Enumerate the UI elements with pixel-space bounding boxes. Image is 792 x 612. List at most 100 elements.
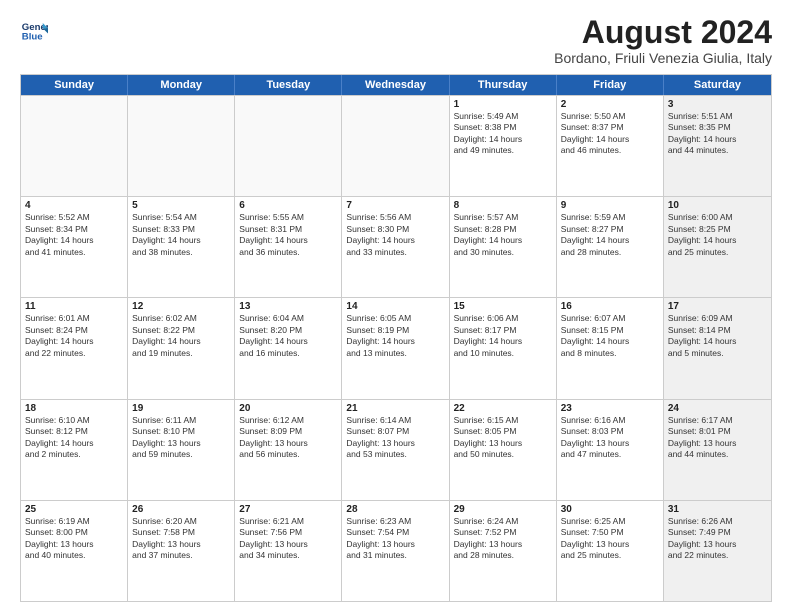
day-number: 9 xyxy=(561,200,659,211)
day-number: 4 xyxy=(25,200,123,211)
day-cell-22: 22Sunrise: 6:15 AM Sunset: 8:05 PM Dayli… xyxy=(450,400,557,500)
day-info: Sunrise: 6:15 AM Sunset: 8:05 PM Dayligh… xyxy=(454,415,552,461)
calendar-header: SundayMondayTuesdayWednesdayThursdayFrid… xyxy=(21,75,771,95)
day-info: Sunrise: 6:19 AM Sunset: 8:00 PM Dayligh… xyxy=(25,516,123,562)
header: General Blue August 2024 Bordano, Friuli… xyxy=(20,16,772,66)
empty-cell xyxy=(342,96,449,196)
day-cell-14: 14Sunrise: 6:05 AM Sunset: 8:19 PM Dayli… xyxy=(342,298,449,398)
day-number: 30 xyxy=(561,504,659,515)
day-info: Sunrise: 6:21 AM Sunset: 7:56 PM Dayligh… xyxy=(239,516,337,562)
day-number: 24 xyxy=(668,403,767,414)
day-number: 23 xyxy=(561,403,659,414)
calendar: SundayMondayTuesdayWednesdayThursdayFrid… xyxy=(20,74,772,602)
weekday-header-sunday: Sunday xyxy=(21,75,128,95)
day-cell-4: 4Sunrise: 5:52 AM Sunset: 8:34 PM Daylig… xyxy=(21,197,128,297)
day-cell-11: 11Sunrise: 6:01 AM Sunset: 8:24 PM Dayli… xyxy=(21,298,128,398)
calendar-row-4: 18Sunrise: 6:10 AM Sunset: 8:12 PM Dayli… xyxy=(21,399,771,500)
calendar-row-5: 25Sunrise: 6:19 AM Sunset: 8:00 PM Dayli… xyxy=(21,500,771,601)
page: General Blue August 2024 Bordano, Friuli… xyxy=(0,0,792,612)
day-info: Sunrise: 6:10 AM Sunset: 8:12 PM Dayligh… xyxy=(25,415,123,461)
day-number: 3 xyxy=(668,99,767,110)
day-info: Sunrise: 5:55 AM Sunset: 8:31 PM Dayligh… xyxy=(239,212,337,258)
weekday-header-monday: Monday xyxy=(128,75,235,95)
day-info: Sunrise: 5:51 AM Sunset: 8:35 PM Dayligh… xyxy=(668,111,767,157)
day-info: Sunrise: 5:59 AM Sunset: 8:27 PM Dayligh… xyxy=(561,212,659,258)
day-info: Sunrise: 5:52 AM Sunset: 8:34 PM Dayligh… xyxy=(25,212,123,258)
day-cell-30: 30Sunrise: 6:25 AM Sunset: 7:50 PM Dayli… xyxy=(557,501,664,601)
day-info: Sunrise: 6:14 AM Sunset: 8:07 PM Dayligh… xyxy=(346,415,444,461)
day-cell-27: 27Sunrise: 6:21 AM Sunset: 7:56 PM Dayli… xyxy=(235,501,342,601)
day-number: 15 xyxy=(454,301,552,312)
subtitle: Bordano, Friuli Venezia Giulia, Italy xyxy=(554,50,772,66)
day-info: Sunrise: 6:12 AM Sunset: 8:09 PM Dayligh… xyxy=(239,415,337,461)
day-cell-28: 28Sunrise: 6:23 AM Sunset: 7:54 PM Dayli… xyxy=(342,501,449,601)
month-title: August 2024 xyxy=(554,16,772,48)
day-cell-19: 19Sunrise: 6:11 AM Sunset: 8:10 PM Dayli… xyxy=(128,400,235,500)
day-info: Sunrise: 5:54 AM Sunset: 8:33 PM Dayligh… xyxy=(132,212,230,258)
title-block: August 2024 Bordano, Friuli Venezia Giul… xyxy=(554,16,772,66)
day-number: 2 xyxy=(561,99,659,110)
day-info: Sunrise: 6:01 AM Sunset: 8:24 PM Dayligh… xyxy=(25,313,123,359)
day-cell-23: 23Sunrise: 6:16 AM Sunset: 8:03 PM Dayli… xyxy=(557,400,664,500)
day-number: 27 xyxy=(239,504,337,515)
day-number: 18 xyxy=(25,403,123,414)
day-number: 25 xyxy=(25,504,123,515)
empty-cell xyxy=(235,96,342,196)
weekday-header-saturday: Saturday xyxy=(664,75,771,95)
day-number: 19 xyxy=(132,403,230,414)
day-info: Sunrise: 5:49 AM Sunset: 8:38 PM Dayligh… xyxy=(454,111,552,157)
day-cell-29: 29Sunrise: 6:24 AM Sunset: 7:52 PM Dayli… xyxy=(450,501,557,601)
calendar-row-1: 1Sunrise: 5:49 AM Sunset: 8:38 PM Daylig… xyxy=(21,95,771,196)
day-cell-3: 3Sunrise: 5:51 AM Sunset: 8:35 PM Daylig… xyxy=(664,96,771,196)
day-cell-21: 21Sunrise: 6:14 AM Sunset: 8:07 PM Dayli… xyxy=(342,400,449,500)
day-number: 6 xyxy=(239,200,337,211)
day-info: Sunrise: 6:26 AM Sunset: 7:49 PM Dayligh… xyxy=(668,516,767,562)
day-number: 20 xyxy=(239,403,337,414)
day-info: Sunrise: 6:25 AM Sunset: 7:50 PM Dayligh… xyxy=(561,516,659,562)
day-number: 28 xyxy=(346,504,444,515)
day-info: Sunrise: 6:05 AM Sunset: 8:19 PM Dayligh… xyxy=(346,313,444,359)
logo: General Blue xyxy=(20,16,48,44)
day-number: 10 xyxy=(668,200,767,211)
day-cell-25: 25Sunrise: 6:19 AM Sunset: 8:00 PM Dayli… xyxy=(21,501,128,601)
day-number: 7 xyxy=(346,200,444,211)
day-cell-2: 2Sunrise: 5:50 AM Sunset: 8:37 PM Daylig… xyxy=(557,96,664,196)
day-cell-24: 24Sunrise: 6:17 AM Sunset: 8:01 PM Dayli… xyxy=(664,400,771,500)
day-info: Sunrise: 6:20 AM Sunset: 7:58 PM Dayligh… xyxy=(132,516,230,562)
day-number: 31 xyxy=(668,504,767,515)
day-cell-12: 12Sunrise: 6:02 AM Sunset: 8:22 PM Dayli… xyxy=(128,298,235,398)
day-number: 17 xyxy=(668,301,767,312)
day-info: Sunrise: 6:07 AM Sunset: 8:15 PM Dayligh… xyxy=(561,313,659,359)
day-cell-13: 13Sunrise: 6:04 AM Sunset: 8:20 PM Dayli… xyxy=(235,298,342,398)
weekday-header-thursday: Thursday xyxy=(450,75,557,95)
day-number: 5 xyxy=(132,200,230,211)
weekday-header-friday: Friday xyxy=(557,75,664,95)
day-cell-9: 9Sunrise: 5:59 AM Sunset: 8:27 PM Daylig… xyxy=(557,197,664,297)
weekday-header-tuesday: Tuesday xyxy=(235,75,342,95)
empty-cell xyxy=(21,96,128,196)
day-info: Sunrise: 6:17 AM Sunset: 8:01 PM Dayligh… xyxy=(668,415,767,461)
day-number: 1 xyxy=(454,99,552,110)
day-cell-6: 6Sunrise: 5:55 AM Sunset: 8:31 PM Daylig… xyxy=(235,197,342,297)
day-info: Sunrise: 6:06 AM Sunset: 8:17 PM Dayligh… xyxy=(454,313,552,359)
day-cell-20: 20Sunrise: 6:12 AM Sunset: 8:09 PM Dayli… xyxy=(235,400,342,500)
calendar-row-3: 11Sunrise: 6:01 AM Sunset: 8:24 PM Dayli… xyxy=(21,297,771,398)
day-info: Sunrise: 6:24 AM Sunset: 7:52 PM Dayligh… xyxy=(454,516,552,562)
day-number: 21 xyxy=(346,403,444,414)
day-cell-15: 15Sunrise: 6:06 AM Sunset: 8:17 PM Dayli… xyxy=(450,298,557,398)
logo-icon: General Blue xyxy=(20,16,48,44)
day-cell-7: 7Sunrise: 5:56 AM Sunset: 8:30 PM Daylig… xyxy=(342,197,449,297)
day-number: 26 xyxy=(132,504,230,515)
day-number: 12 xyxy=(132,301,230,312)
day-cell-5: 5Sunrise: 5:54 AM Sunset: 8:33 PM Daylig… xyxy=(128,197,235,297)
calendar-row-2: 4Sunrise: 5:52 AM Sunset: 8:34 PM Daylig… xyxy=(21,196,771,297)
day-info: Sunrise: 6:16 AM Sunset: 8:03 PM Dayligh… xyxy=(561,415,659,461)
day-info: Sunrise: 6:04 AM Sunset: 8:20 PM Dayligh… xyxy=(239,313,337,359)
day-info: Sunrise: 5:56 AM Sunset: 8:30 PM Dayligh… xyxy=(346,212,444,258)
day-number: 29 xyxy=(454,504,552,515)
day-cell-18: 18Sunrise: 6:10 AM Sunset: 8:12 PM Dayli… xyxy=(21,400,128,500)
day-cell-26: 26Sunrise: 6:20 AM Sunset: 7:58 PM Dayli… xyxy=(128,501,235,601)
day-info: Sunrise: 6:11 AM Sunset: 8:10 PM Dayligh… xyxy=(132,415,230,461)
day-info: Sunrise: 6:09 AM Sunset: 8:14 PM Dayligh… xyxy=(668,313,767,359)
day-cell-31: 31Sunrise: 6:26 AM Sunset: 7:49 PM Dayli… xyxy=(664,501,771,601)
